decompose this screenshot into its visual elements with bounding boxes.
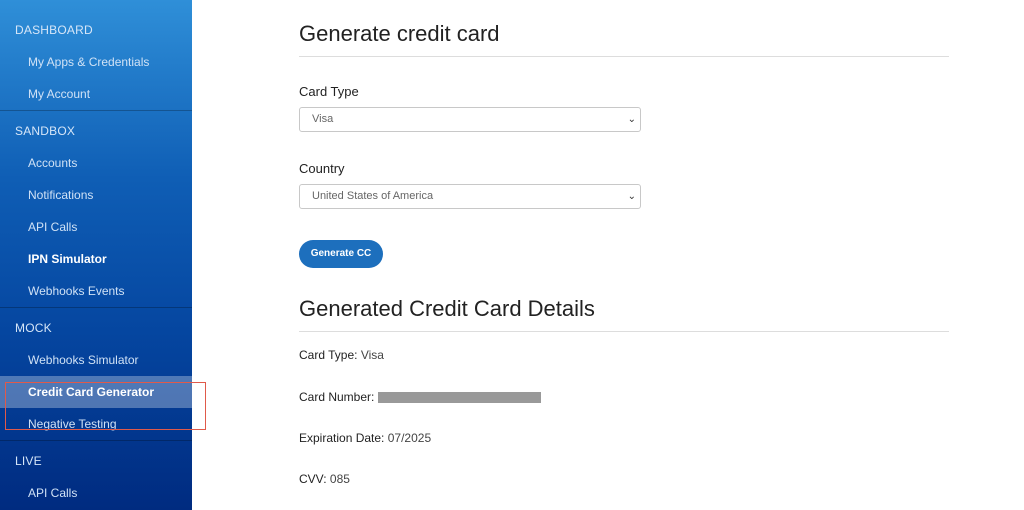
sidebar-item-api-calls[interactable]: API Calls xyxy=(0,211,192,243)
country-label: Country xyxy=(299,161,345,176)
card-type-select[interactable]: Visa ⌄ xyxy=(299,107,641,132)
sidebar: DASHBOARD My Apps & Credentials My Accou… xyxy=(0,0,192,510)
main-content: Generate credit card Card Type Visa ⌄ Co… xyxy=(299,0,949,486)
card-type-label: Card Type xyxy=(299,84,359,99)
sidebar-item-my-account[interactable]: My Account xyxy=(0,78,192,110)
sidebar-section-sandbox: SANDBOX Accounts Notifications API Calls… xyxy=(0,111,192,308)
section-title: LIVE xyxy=(15,454,42,468)
sidebar-section-live: LIVE API Calls xyxy=(0,441,192,509)
chevron-down-icon: ⌄ xyxy=(627,114,636,125)
sidebar-item-accounts[interactable]: Accounts xyxy=(0,147,192,179)
sidebar-item-webhooks-simulator[interactable]: Webhooks Simulator xyxy=(0,344,192,376)
page-title: Generate credit card xyxy=(299,21,949,57)
detail-card-number: Card Number: xyxy=(299,390,541,404)
detail-expiration: Expiration Date: 07/2025 xyxy=(299,431,431,445)
sidebar-item-negative-testing[interactable]: Negative Testing xyxy=(0,408,192,440)
label: CVV: xyxy=(299,472,327,486)
value: 085 xyxy=(329,472,350,486)
value: 07/2025 xyxy=(387,431,432,445)
label: Card Number: xyxy=(299,390,375,404)
sidebar-item-ipn-simulator[interactable]: IPN Simulator xyxy=(0,243,192,275)
section-title: SANDBOX xyxy=(15,124,76,138)
sidebar-item-credit-card-generator[interactable]: Credit Card Generator xyxy=(0,376,192,408)
label: Card Type: xyxy=(299,348,358,362)
card-type-value: Visa xyxy=(312,113,334,125)
country-value: United States of America xyxy=(312,190,434,202)
redacted-card-number xyxy=(377,392,541,404)
generate-cc-button[interactable]: Generate CC xyxy=(299,240,383,268)
label: Expiration Date: xyxy=(299,431,385,445)
detail-card-type: Card Type: Visa xyxy=(299,348,384,362)
sidebar-item-live-api-calls[interactable]: API Calls xyxy=(0,477,192,509)
sidebar-section-dashboard: DASHBOARD My Apps & Credentials My Accou… xyxy=(0,0,192,111)
sidebar-section-mock: MOCK Webhooks Simulator Credit Card Gene… xyxy=(0,308,192,441)
value: Visa xyxy=(360,348,384,362)
section-title: DASHBOARD xyxy=(15,23,93,37)
sidebar-item-my-apps[interactable]: My Apps & Credentials xyxy=(0,46,192,78)
details-title: Generated Credit Card Details xyxy=(299,296,949,332)
sidebar-item-webhooks-events[interactable]: Webhooks Events xyxy=(0,275,192,307)
sidebar-item-notifications[interactable]: Notifications xyxy=(0,179,192,211)
detail-cvv: CVV: 085 xyxy=(299,472,350,486)
section-title: MOCK xyxy=(15,321,52,335)
chevron-down-icon: ⌄ xyxy=(627,191,636,202)
country-select[interactable]: United States of America ⌄ xyxy=(299,184,641,209)
